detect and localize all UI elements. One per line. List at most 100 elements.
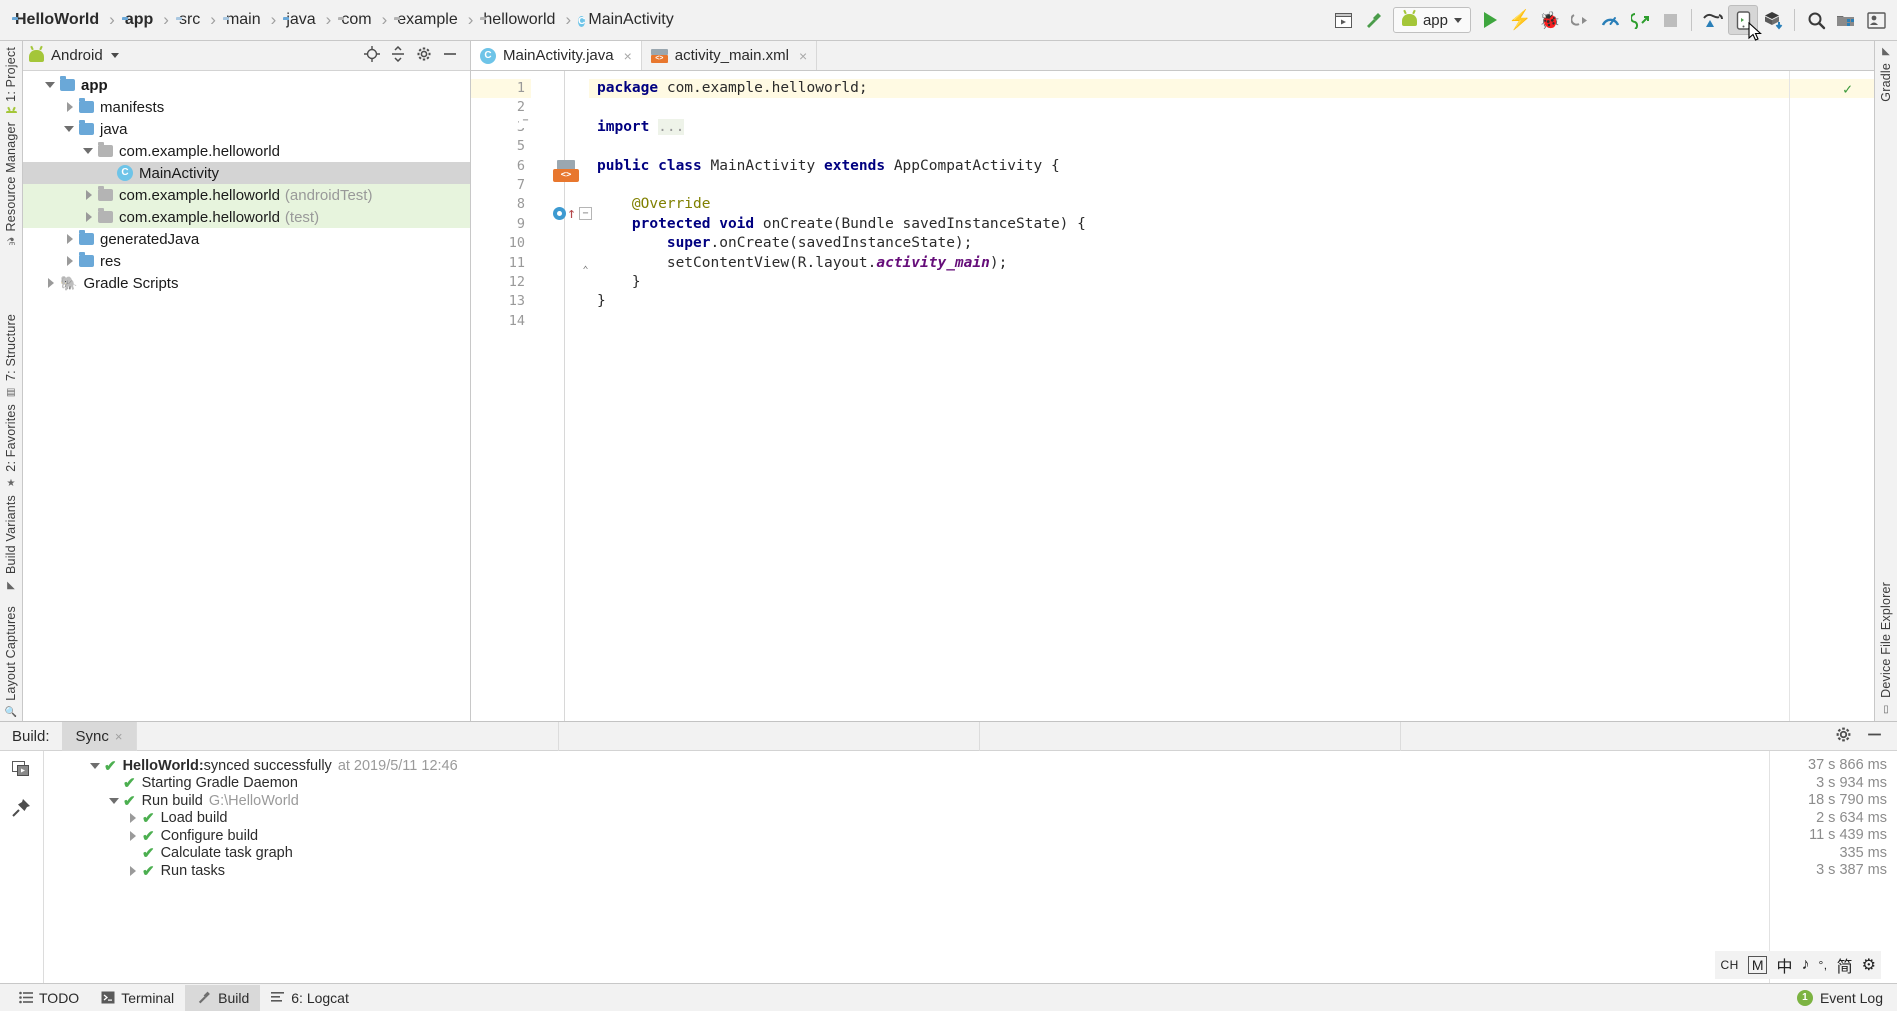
tree-arrow-open-icon[interactable] — [90, 760, 102, 772]
restart-icon[interactable] — [12, 759, 31, 782]
build-row[interactable]: ✔ Starting Gradle Daemon — [44, 775, 1769, 792]
code-editor[interactable]: 123567891011121314 <> ↑ − − ⌃ package co… — [471, 71, 1874, 721]
profiler-button[interactable] — [1595, 5, 1625, 35]
breadcrumb-item-helloworld[interactable]: helloworld — [478, 11, 560, 29]
make-project-button[interactable] — [1359, 5, 1389, 35]
tree-item-app[interactable]: app — [23, 74, 470, 96]
tree-arrow-closed-icon[interactable] — [45, 277, 57, 289]
chevron-down-icon[interactable] — [110, 53, 119, 58]
event-log-button[interactable]: 1 Event Log — [1796, 989, 1889, 1006]
tree-arrow-closed-icon[interactable] — [64, 233, 76, 245]
code-line[interactable]: protected void onCreate(Bundle savedInst… — [589, 215, 1874, 234]
code-line[interactable]: super.onCreate(savedInstanceState); — [589, 234, 1874, 253]
tree-item-manifests[interactable]: manifests — [23, 96, 470, 118]
layout-gutter-icon[interactable]: <> — [553, 160, 579, 182]
tree-arrow-closed-icon[interactable] — [83, 189, 95, 201]
search-everywhere-button[interactable] — [1801, 5, 1831, 35]
tab-activity-main-xml[interactable]: <> activity_main.xml × — [642, 41, 818, 70]
locate-icon[interactable] — [364, 46, 380, 65]
project-structure-button[interactable] — [1831, 5, 1861, 35]
override-gutter-icon[interactable]: ↑ — [553, 206, 576, 221]
tab-mainactivity-java[interactable]: C MainActivity.java × — [471, 41, 642, 70]
breadcrumb-item-helloworld[interactable]: HelloWorld — [10, 11, 104, 29]
build-row[interactable]: ✔ Run tasks — [44, 862, 1769, 880]
tree-arrow-open-icon[interactable] — [64, 123, 76, 135]
tree-item-res[interactable]: res — [23, 250, 470, 272]
sdk-manager-button[interactable] — [1758, 5, 1788, 35]
breadcrumb-item-mainactivity[interactable]: C MainActivity — [576, 11, 679, 30]
gear-icon[interactable] — [1835, 726, 1852, 747]
import-fold-icon[interactable]: − — [519, 115, 532, 128]
attach-debugger-button[interactable] — [1565, 5, 1595, 35]
tree-arrow-open-icon[interactable] — [109, 795, 121, 807]
tree-item-com-example-helloworld[interactable]: com.example.helloworld (test) — [23, 206, 470, 228]
tree-arrow-closed-icon[interactable] — [64, 255, 76, 267]
tree-arrow-closed-icon[interactable] — [83, 211, 95, 223]
tree-arrow-closed-icon[interactable] — [128, 812, 140, 824]
run-configuration-selector[interactable]: app — [1392, 7, 1471, 33]
pin-icon[interactable] — [12, 798, 31, 821]
close-icon[interactable]: × — [624, 48, 632, 64]
hide-icon[interactable] — [442, 46, 458, 65]
ime-item-settings[interactable]: ⚙ — [1862, 955, 1876, 975]
ime-item-simplified[interactable]: 简 — [1837, 953, 1853, 977]
apply-changes-button[interactable]: ⚡ — [1505, 5, 1535, 35]
tree-item-generatedjava[interactable]: generatedJava — [23, 228, 470, 250]
status-tool-todo[interactable]: TODO — [8, 985, 90, 1011]
tree-item-mainactivity[interactable]: C MainActivity — [23, 162, 470, 184]
editor-gutter-marks[interactable]: <> ↑ − − ⌃ — [519, 71, 592, 721]
build-tab-sync[interactable]: Sync × — [61, 721, 137, 751]
rail-item-device-file-explorer[interactable]: Device File Explorer — [1879, 576, 1893, 704]
collapse-all-icon[interactable] — [390, 45, 406, 65]
tree-item-com-example-helloworld[interactable]: com.example.helloworld — [23, 140, 470, 162]
breadcrumb-item-app[interactable]: app — [120, 11, 158, 29]
breadcrumb-item-src[interactable]: src — [174, 11, 205, 29]
ime-item-chinese[interactable]: 中 — [1776, 953, 1792, 977]
code-line[interactable]: import ... — [589, 118, 1874, 137]
project-tree[interactable]: app manifests java com.example.helloworld C M… — [23, 71, 470, 721]
ime-item-note[interactable]: ♪ — [1802, 956, 1810, 974]
tree-item-java[interactable]: java — [23, 118, 470, 140]
tree-item-com-example-helloworld[interactable]: com.example.helloworld (androidTest) — [23, 184, 470, 206]
code-line[interactable]: } — [589, 292, 1874, 311]
tree-item-gradle-scripts[interactable]: 🐘 Gradle Scripts — [23, 272, 470, 294]
code-line[interactable]: } — [589, 273, 1874, 292]
ime-language-bar[interactable]: CH M 中 ♪ °, 简 ⚙ — [1715, 951, 1881, 979]
close-icon[interactable]: × — [799, 48, 807, 64]
rail-item-favorites[interactable]: 2: Favorites — [4, 398, 18, 478]
sync-gradle-button[interactable] — [1698, 5, 1728, 35]
build-row[interactable]: ✔ HelloWorld: synced successfully at 2019/… — [44, 757, 1769, 775]
build-output-tree[interactable]: ✔ HelloWorld: synced successfully at 2019/… — [44, 751, 1769, 983]
rail-item-project[interactable]: 1: Project — [4, 41, 18, 108]
build-row[interactable]: ✔ Calculate task graph — [44, 845, 1769, 862]
code-line[interactable] — [589, 137, 1874, 156]
tree-arrow-closed-icon[interactable] — [128, 830, 140, 842]
code-line[interactable] — [589, 176, 1874, 195]
tree-arrow-closed-icon[interactable] — [64, 101, 76, 113]
rail-item-resource-manager[interactable]: Resource Manager — [4, 116, 18, 238]
ime-item-ch[interactable]: CH — [1720, 958, 1738, 972]
debug-button[interactable]: 🐞 — [1535, 5, 1565, 35]
hide-icon[interactable] — [1866, 726, 1883, 747]
build-row[interactable]: ✔ Run build G:\HelloWorld — [44, 792, 1769, 810]
breadcrumb-item-example[interactable]: example — [392, 11, 462, 29]
breadcrumb-item-java[interactable]: java — [281, 11, 320, 29]
code-line[interactable]: @Override — [589, 195, 1874, 214]
avd-manager-button[interactable] — [1329, 5, 1359, 35]
status-tool-terminal[interactable]: Terminal — [90, 985, 185, 1011]
project-view-selector-label[interactable]: Android — [51, 47, 103, 64]
breadcrumb-item-com[interactable]: com — [336, 11, 376, 29]
ime-item-mode[interactable]: M — [1747, 956, 1768, 974]
tree-arrow-open-icon[interactable] — [45, 79, 57, 91]
tree-arrow-closed-icon[interactable] — [128, 865, 140, 877]
code-line[interactable] — [589, 312, 1874, 331]
code-line[interactable]: public class MainActivity extends AppCom… — [589, 157, 1874, 176]
code-line[interactable]: setContentView(R.layout.activity_main); — [589, 254, 1874, 273]
code-line[interactable] — [589, 98, 1874, 117]
settings-button[interactable] — [1861, 5, 1891, 35]
code-line[interactable]: package com.example.helloworld; — [589, 79, 1874, 99]
avd-device-manager-button[interactable] — [1728, 5, 1758, 35]
rail-item-gradle[interactable]: Gradle — [1879, 57, 1893, 108]
status-tool-build[interactable]: Build — [185, 984, 261, 1011]
ime-item-punct[interactable]: °, — [1819, 958, 1828, 972]
